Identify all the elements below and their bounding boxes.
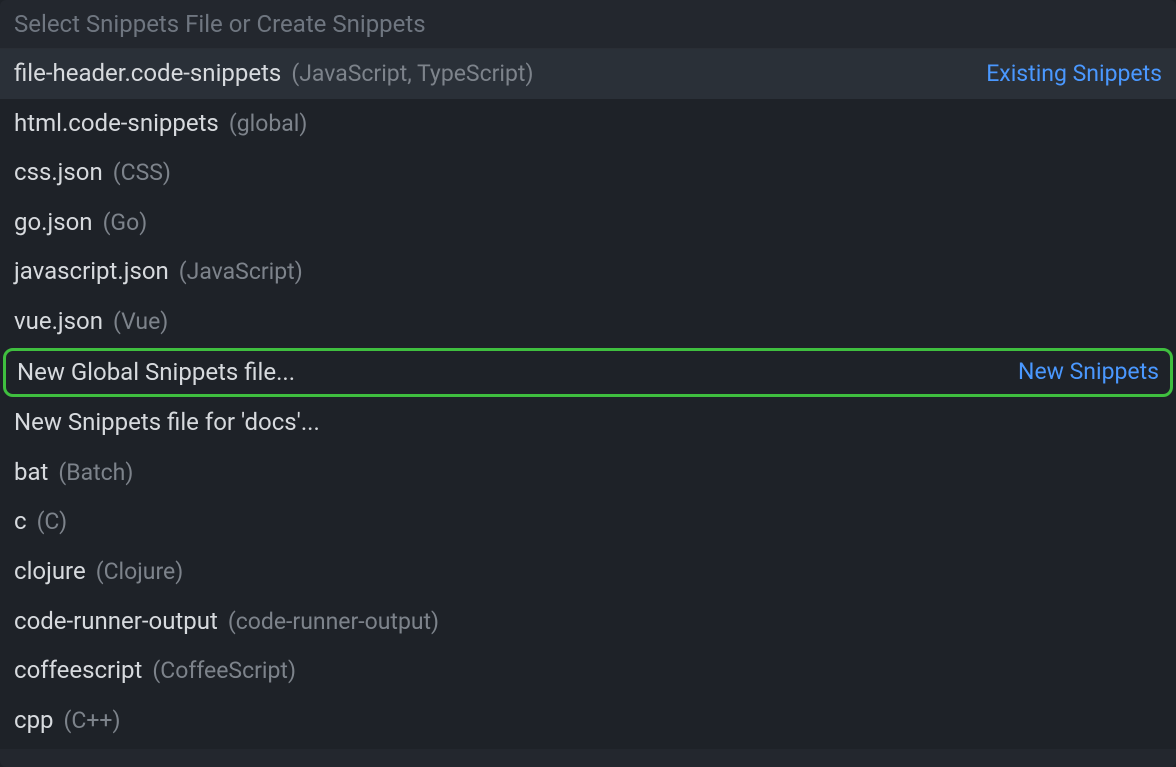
item-label: file-header.code-snippets	[14, 57, 281, 91]
item-label: New Snippets file for 'docs'...	[14, 406, 320, 440]
item-label: New Global Snippets file...	[17, 356, 295, 390]
item-detail: (JavaScript, TypeScript)	[291, 58, 533, 90]
item-label: css.json	[14, 156, 103, 190]
bottom-bar	[0, 749, 1176, 767]
list-item-new-global[interactable]: New Global Snippets file... New Snippets	[3, 348, 1173, 398]
item-detail: (Batch)	[58, 457, 133, 489]
item-label: vue.json	[14, 305, 103, 339]
list-item[interactable]: bat (Batch)	[0, 448, 1176, 498]
group-label-existing: Existing Snippets	[986, 58, 1162, 90]
item-detail: (Clojure)	[96, 556, 184, 588]
item-label: bat	[14, 456, 48, 490]
item-label: javascript.json	[14, 255, 169, 289]
snippet-list: file-header.code-snippets (JavaScript, T…	[0, 49, 1176, 745]
list-item[interactable]: New Snippets file for 'docs'...	[0, 398, 1176, 448]
item-detail: (CoffeeScript)	[152, 655, 296, 687]
list-item[interactable]: coffeescript (CoffeeScript)	[0, 646, 1176, 696]
item-detail: (Go)	[103, 207, 148, 239]
item-detail: (JavaScript)	[179, 256, 303, 288]
list-item[interactable]: clojure (Clojure)	[0, 547, 1176, 597]
item-detail: (code-runner-output)	[228, 606, 439, 638]
list-item[interactable]: html.code-snippets (global)	[0, 99, 1176, 149]
item-label: code-runner-output	[14, 605, 218, 639]
group-label-new: New Snippets	[1018, 356, 1159, 388]
item-detail: (CSS)	[113, 157, 171, 189]
item-label: c	[14, 505, 27, 539]
list-item[interactable]: c (C)	[0, 497, 1176, 547]
item-detail: (C)	[37, 506, 68, 538]
search-input[interactable]	[0, 0, 1176, 48]
item-label: clojure	[14, 555, 86, 589]
list-item[interactable]: vue.json (Vue)	[0, 297, 1176, 347]
item-label: go.json	[14, 206, 93, 240]
list-item[interactable]: cpp (C++)	[0, 696, 1176, 746]
input-wrap	[0, 0, 1176, 49]
list-item[interactable]: javascript.json (JavaScript)	[0, 247, 1176, 297]
item-label: html.code-snippets	[14, 107, 219, 141]
list-item[interactable]: go.json (Go)	[0, 198, 1176, 248]
list-item[interactable]: css.json (CSS)	[0, 148, 1176, 198]
item-label: cpp	[14, 704, 54, 738]
item-label: coffeescript	[14, 654, 142, 688]
item-detail: (Vue)	[113, 306, 168, 338]
list-item[interactable]: file-header.code-snippets (JavaScript, T…	[0, 49, 1176, 99]
item-detail: (C++)	[64, 705, 121, 737]
item-detail: (global)	[229, 108, 308, 140]
list-item[interactable]: code-runner-output (code-runner-output)	[0, 597, 1176, 647]
quickpick-container: file-header.code-snippets (JavaScript, T…	[0, 0, 1176, 767]
